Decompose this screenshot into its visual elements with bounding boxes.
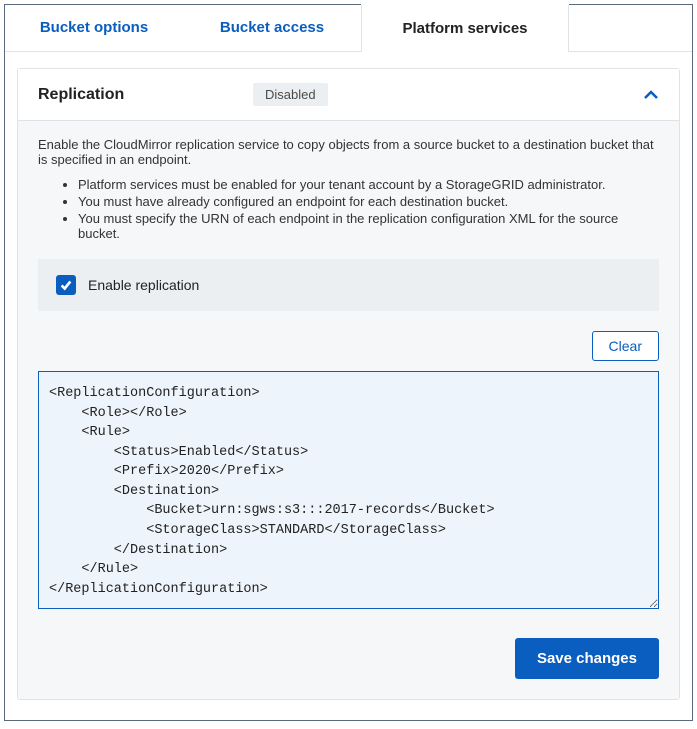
replication-xml-textarea[interactable] [38, 371, 659, 609]
check-icon [59, 278, 73, 292]
panel-title: Replication [38, 86, 253, 104]
panel-header[interactable]: Replication Disabled [18, 69, 679, 120]
requirements-list: Platform services must be enabled for yo… [38, 177, 659, 241]
enable-replication-row: Enable replication [38, 259, 659, 311]
clear-row: Clear [38, 331, 659, 361]
chevron-up-icon [643, 87, 659, 103]
panel-body: Enable the CloudMirror replication servi… [18, 120, 679, 699]
status-badge: Disabled [253, 83, 328, 106]
save-button[interactable]: Save changes [515, 638, 659, 679]
description-text: Enable the CloudMirror replication servi… [38, 137, 659, 167]
replication-panel: Replication Disabled Enable the CloudMir… [17, 68, 680, 700]
enable-replication-checkbox[interactable] [56, 275, 76, 295]
tab-bucket-options[interactable]: Bucket options [5, 5, 183, 51]
main-container: Bucket options Bucket access Platform se… [4, 4, 693, 721]
requirement-item: Platform services must be enabled for yo… [78, 177, 659, 192]
requirement-item: You must have already configured an endp… [78, 194, 659, 209]
content-area: Replication Disabled Enable the CloudMir… [5, 52, 692, 720]
tab-bucket-access[interactable]: Bucket access [183, 5, 361, 51]
save-row: Save changes [38, 638, 659, 679]
tab-bar: Bucket options Bucket access Platform se… [5, 5, 692, 52]
tab-platform-services[interactable]: Platform services [361, 4, 569, 51]
clear-button[interactable]: Clear [592, 331, 659, 361]
enable-replication-label: Enable replication [88, 277, 199, 293]
requirement-item: You must specify the URN of each endpoin… [78, 211, 659, 241]
